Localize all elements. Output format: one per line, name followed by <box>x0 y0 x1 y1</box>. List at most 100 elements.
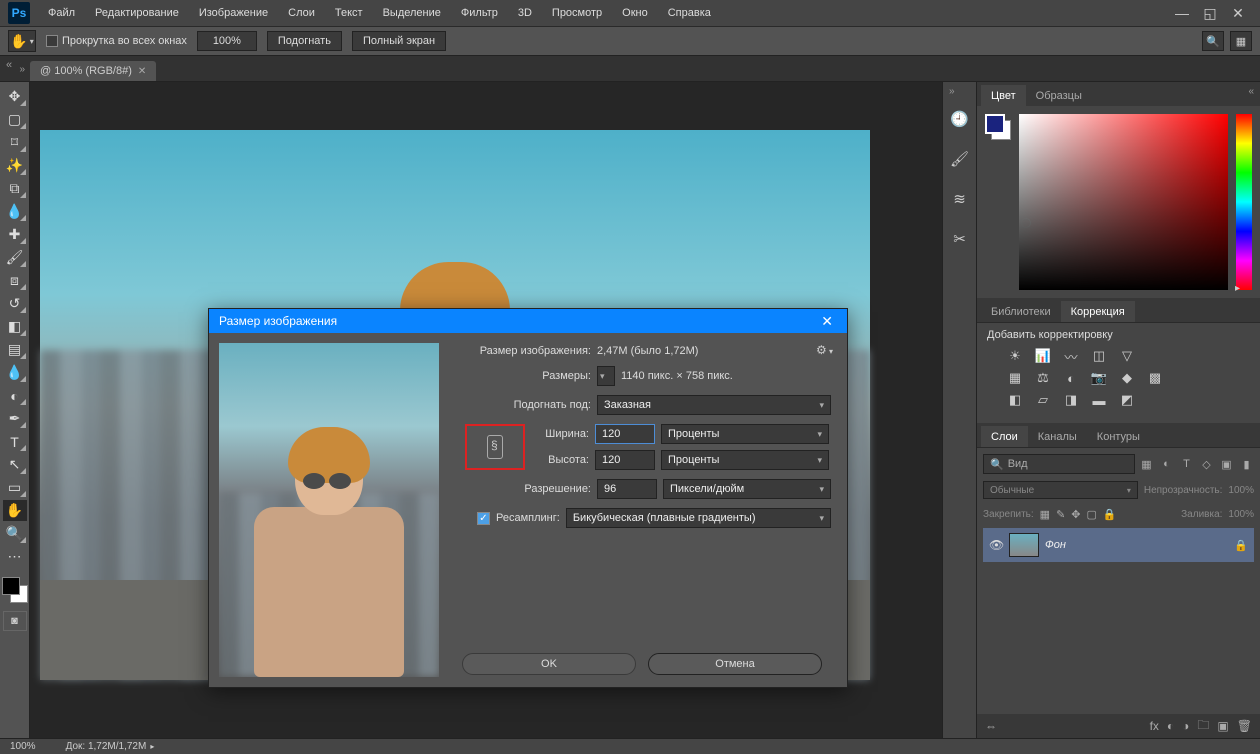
path-selection-tool[interactable]: ↖ <box>3 454 27 475</box>
posterize-icon[interactable]: ▱ <box>1033 391 1053 409</box>
blur-tool[interactable]: 💧 <box>3 362 27 383</box>
filter-smart-icon[interactable]: ▣ <box>1219 457 1234 472</box>
opacity-value[interactable]: 100% <box>1228 485 1254 496</box>
menu-select[interactable]: Выделение <box>375 3 449 23</box>
fill-value[interactable]: 100% <box>1228 509 1254 520</box>
status-zoom[interactable]: 100% <box>10 741 36 752</box>
layer-visibility-icon[interactable]: 👁 <box>989 538 1003 552</box>
new-adjustment-icon[interactable]: ◑ <box>1182 719 1189 733</box>
history-brush-tool[interactable]: ↺ <box>3 293 27 314</box>
new-layer-icon[interactable]: ▣ <box>1217 719 1228 733</box>
selective-color-icon[interactable]: ◩ <box>1117 391 1137 409</box>
threshold-icon[interactable]: ◨ <box>1061 391 1081 409</box>
layer-filter-select[interactable]: 🔍 Вид <box>983 454 1135 474</box>
foreground-swatch[interactable] <box>985 114 1005 134</box>
exposure-icon[interactable]: ◫ <box>1089 347 1109 365</box>
layer-lock-icon[interactable]: 🔒 <box>1234 539 1248 552</box>
lock-pixels-icon[interactable]: ▦ <box>1040 508 1050 521</box>
gradient-tool[interactable]: ▤ <box>3 339 27 360</box>
filter-adjust-icon[interactable]: ◐ <box>1159 457 1174 472</box>
canvas-area[interactable]: Размер изображения ✕ ⚙ <box>30 82 942 738</box>
move-tool[interactable]: ✥ <box>3 86 27 107</box>
type-tool[interactable]: T <box>3 431 27 452</box>
layer-name-label[interactable]: Фон <box>1045 539 1228 551</box>
status-doc-size[interactable]: Док: 1,72M/1,72M <box>66 741 155 752</box>
window-maximize[interactable]: ◱ <box>1202 5 1218 22</box>
color-balance-icon[interactable]: ⚖ <box>1033 369 1053 387</box>
ok-button[interactable]: OK <box>462 653 636 675</box>
history-panel-icon[interactable]: 🕘 <box>949 108 971 130</box>
new-group-icon[interactable]: 🗀 <box>1197 716 1209 737</box>
window-minimize[interactable]: — <box>1174 5 1190 22</box>
menu-3d[interactable]: 3D <box>510 3 540 23</box>
marquee-tool[interactable]: ▢ <box>3 109 27 130</box>
hand-tool-icon[interactable]: ✋ <box>8 30 36 52</box>
height-input[interactable] <box>595 450 655 470</box>
levels-icon[interactable]: 📊 <box>1033 347 1053 365</box>
pen-tool[interactable]: ✒ <box>3 408 27 429</box>
filter-shape-icon[interactable]: ◇ <box>1199 457 1214 472</box>
brush-settings-panel-icon[interactable]: ≋ <box>949 188 971 210</box>
dialog-close-icon[interactable]: ✕ <box>817 313 837 330</box>
adjustments-tab[interactable]: Коррекция <box>1061 301 1135 322</box>
hue-sat-icon[interactable]: ▦ <box>1005 369 1025 387</box>
cancel-button[interactable]: Отмена <box>648 653 822 675</box>
fit-to-select[interactable]: Заказная <box>597 395 831 415</box>
blend-mode-select[interactable]: Обычные <box>983 481 1138 499</box>
fit-button[interactable]: Подогнать <box>267 31 342 51</box>
menu-view[interactable]: Просмотр <box>544 3 610 23</box>
document-tab[interactable]: @ 100% (RGB/8#) ✕ <box>30 61 156 81</box>
lock-all-icon[interactable]: 🔒 <box>1103 508 1117 521</box>
dimensions-unit-toggle[interactable] <box>597 366 615 386</box>
menu-help[interactable]: Справка <box>660 3 719 23</box>
brush-panel-icon[interactable]: 🖌 <box>949 148 971 170</box>
channels-tab[interactable]: Каналы <box>1028 426 1087 447</box>
vibrance-icon[interactable]: ▽ <box>1117 347 1137 365</box>
healing-brush-tool[interactable]: ✚ <box>3 224 27 245</box>
libraries-tab[interactable]: Библиотеки <box>981 301 1061 322</box>
curves-icon[interactable]: 〰 <box>1061 347 1081 365</box>
workspace-icon[interactable]: ▦ <box>1230 31 1252 51</box>
layer-fx-icon[interactable]: fx <box>1150 719 1159 733</box>
menu-image[interactable]: Изображение <box>191 3 276 23</box>
foreground-color[interactable] <box>2 577 20 595</box>
width-input[interactable] <box>595 424 655 444</box>
dodge-tool[interactable]: ◐ <box>3 385 27 406</box>
layers-tab[interactable]: Слои <box>981 426 1028 447</box>
eyedropper-tool[interactable]: 💧 <box>3 201 27 222</box>
edit-toolbar[interactable]: ⋯ <box>3 546 27 567</box>
crop-tool[interactable]: ⧉ <box>3 178 27 199</box>
quick-mask-toggle[interactable]: ◙ <box>3 611 27 631</box>
menu-window[interactable]: Окно <box>614 3 656 23</box>
delete-layer-icon[interactable]: 🗑 <box>1237 719 1252 733</box>
hue-slider[interactable] <box>1236 114 1252 290</box>
lock-brush-icon[interactable]: ✎ <box>1056 508 1065 521</box>
brush-tool[interactable]: 🖌 <box>3 247 27 268</box>
color-swatch[interactable] <box>2 577 28 603</box>
shape-tool[interactable]: ▭ <box>3 477 27 498</box>
resample-checkbox[interactable]: ✓ <box>477 512 490 525</box>
fullscreen-button[interactable]: Полный экран <box>352 31 446 51</box>
brightness-icon[interactable]: ☀ <box>1005 347 1025 365</box>
tab-close-icon[interactable]: ✕ <box>138 66 146 77</box>
layer-row-background[interactable]: 👁 Фон 🔒 <box>983 528 1254 562</box>
color-tab[interactable]: Цвет <box>981 85 1026 106</box>
menu-text[interactable]: Текст <box>327 3 371 23</box>
height-unit-select[interactable]: Проценты <box>661 450 829 470</box>
layer-mask-icon[interactable]: ◐ <box>1167 719 1174 733</box>
resolution-input[interactable] <box>597 479 657 499</box>
scroll-all-windows-checkbox[interactable]: Прокрутка во всех окнах <box>46 35 187 47</box>
black-white-icon[interactable]: ◐ <box>1061 369 1081 387</box>
color-field[interactable] <box>1019 114 1228 290</box>
photo-filter-icon[interactable]: 📷 <box>1089 369 1109 387</box>
resolution-unit-select[interactable]: Пиксели/дюйм <box>663 479 831 499</box>
filter-pixel-icon[interactable]: ▦ <box>1139 457 1154 472</box>
window-close[interactable]: ✕ <box>1230 5 1246 22</box>
tool-presets-panel-icon[interactable]: ✂ <box>949 228 971 250</box>
hand-tool[interactable]: ✋ <box>3 500 27 521</box>
filter-type-icon[interactable]: T <box>1179 457 1194 472</box>
magic-wand-tool[interactable]: ✨ <box>3 155 27 176</box>
lock-position-icon[interactable]: ✥ <box>1071 508 1080 521</box>
menu-file[interactable]: Файл <box>40 3 83 23</box>
menu-layers[interactable]: Слои <box>280 3 323 23</box>
